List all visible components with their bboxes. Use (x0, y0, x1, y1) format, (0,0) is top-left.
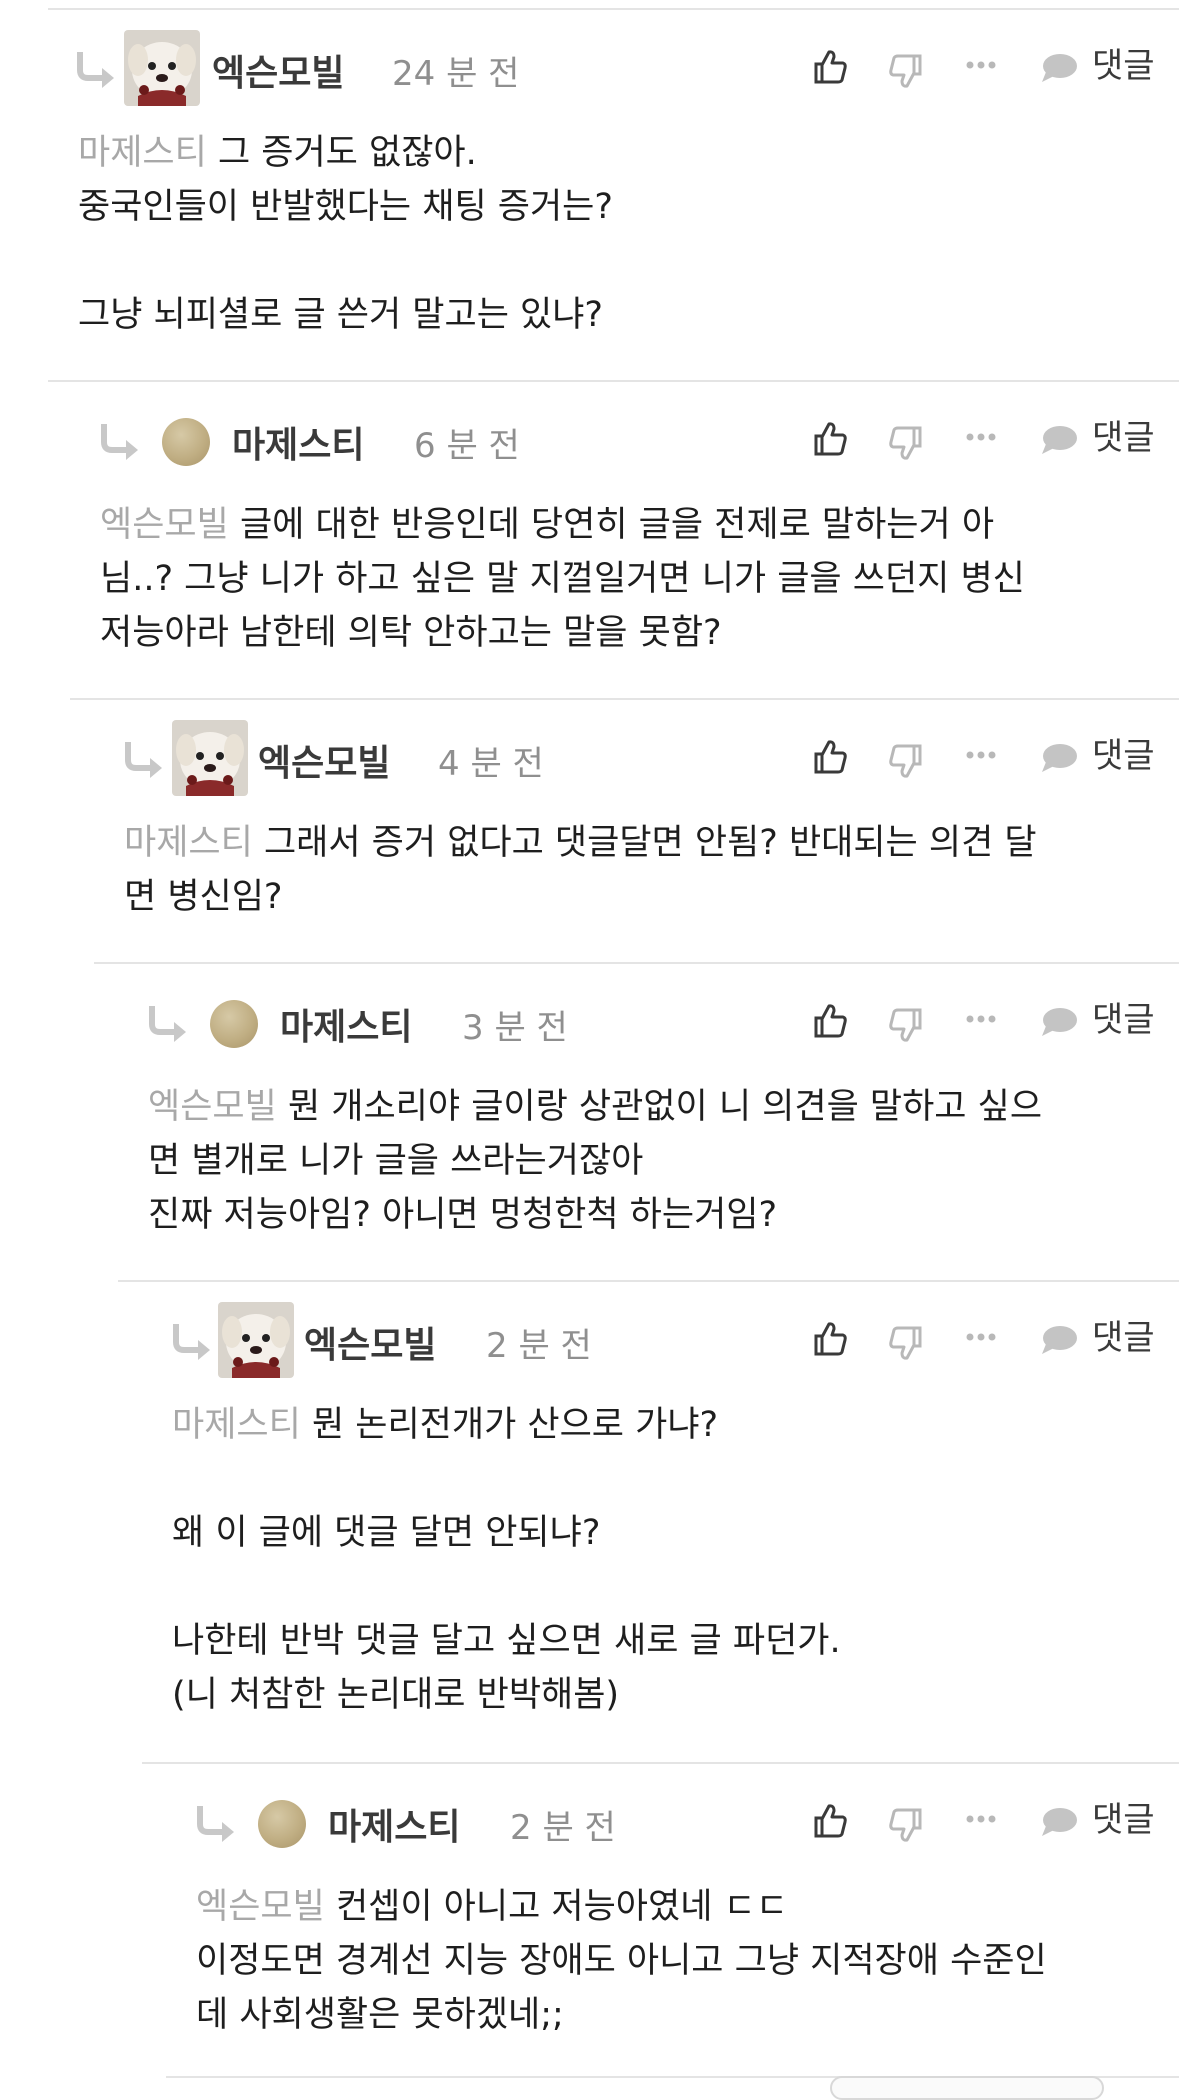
comment-text: 뭔 개소리야 글이랑 상관없이 니 의견을 말하고 싶으 면 별개로 니가 글을… (148, 1087, 1043, 1235)
dog-avatar-icon (218, 1302, 294, 1378)
avatar[interactable] (218, 1302, 294, 1378)
comment-author[interactable]: 엑슨모빌 (258, 734, 390, 786)
divider (48, 8, 1179, 10)
mention[interactable]: 마제스티 (78, 133, 207, 173)
speech-bubble-icon (1042, 744, 1077, 772)
comment-author[interactable]: 엑슨모빌 (212, 44, 344, 96)
speech-bubble-icon (1042, 1326, 1077, 1354)
more-dots-icon[interactable] (966, 432, 996, 442)
reply-button-label: 댓글 (1092, 46, 1155, 86)
reply-button-label: 댓글 (1092, 418, 1155, 458)
thumbs-down-icon[interactable] (888, 1324, 924, 1362)
thumbs-up-icon[interactable] (812, 738, 848, 776)
reply-arrow-icon (149, 1006, 186, 1042)
more-dots-icon[interactable] (966, 60, 996, 70)
comment-time: 3 분 전 (462, 1008, 568, 1048)
comment-body: 마제스티 그래서 증거 없다고 댓글달면 안됨? 반대되는 의견 달 면 병신임… (124, 816, 1160, 924)
thumbs-up-icon[interactable] (812, 48, 848, 86)
comment-time: 24 분 전 (392, 54, 520, 94)
more-dots-icon[interactable] (966, 1332, 996, 1342)
reply-arrow-icon (125, 742, 162, 778)
divider (48, 380, 1179, 382)
reply-arrow-icon (197, 1806, 234, 1842)
speech-bubble-icon (1042, 1808, 1077, 1836)
comment-time: 2 분 전 (510, 1808, 616, 1848)
more-dots-icon[interactable] (966, 750, 996, 760)
thumbs-down-icon[interactable] (888, 1806, 924, 1844)
thumbs-up-icon[interactable] (812, 1802, 848, 1840)
speech-bubble-icon (1042, 426, 1077, 454)
more-dots-icon[interactable] (966, 1814, 996, 1824)
mention[interactable]: 마제스티 (124, 823, 253, 863)
comment-header: 마제스티 3 분 전 댓글 (0, 984, 1179, 1064)
comment-body: 마제스티 뭔 논리전개가 산으로 가냐? 왜 이 글에 댓글 달면 안되냐? 나… (172, 1398, 1160, 1722)
comment-header: 마제스티 6 분 전 댓글 (0, 402, 1179, 482)
reply-button-label: 댓글 (1092, 1800, 1155, 1840)
comment-author[interactable]: 엑슨모빌 (304, 1316, 436, 1368)
comment-header: 엑슨모빌 2 분 전 댓글 (0, 1302, 1179, 1382)
reply-arrow-icon (173, 1324, 210, 1360)
dog-avatar-icon (124, 30, 200, 106)
thumbs-down-icon[interactable] (888, 424, 924, 462)
avatar[interactable] (172, 720, 248, 796)
comment-time: 4 분 전 (438, 744, 544, 784)
reply-button[interactable]: 댓글 (1040, 1310, 1160, 1360)
avatar[interactable] (124, 30, 200, 106)
dog-avatar-icon (172, 720, 248, 796)
reply-button[interactable]: 댓글 (1040, 992, 1160, 1042)
avatar[interactable] (258, 1800, 306, 1848)
avatar[interactable] (162, 418, 210, 466)
thumbs-down-icon[interactable] (888, 742, 924, 780)
speech-bubble-icon (1042, 54, 1077, 82)
divider (70, 698, 1179, 700)
divider (142, 1762, 1179, 1764)
thumbs-down-icon[interactable] (888, 52, 924, 90)
comment-body: 엑슨모빌 글에 대한 반응인데 당연히 글을 전제로 말하는거 아 님..? 그… (100, 498, 1160, 660)
thumbs-up-icon[interactable] (812, 420, 848, 458)
reply-arrow-icon (101, 424, 138, 460)
comment-author[interactable]: 마제스티 (328, 1798, 460, 1850)
comment-body: 엑슨모빌 컨셉이 아니고 저능아였네 ㄷㄷ 이정도면 경계선 지능 장애도 아니… (196, 1880, 1160, 2042)
reply-button-label: 댓글 (1092, 736, 1155, 776)
thumbs-up-icon[interactable] (812, 1002, 848, 1040)
comment-time: 6 분 전 (414, 426, 520, 466)
mention[interactable]: 엑슨모빌 (148, 1087, 277, 1127)
reply-button[interactable]: 댓글 (1040, 728, 1160, 778)
comment-author[interactable]: 마제스티 (280, 998, 412, 1050)
comment-author[interactable]: 마제스티 (232, 416, 364, 468)
avatar[interactable] (210, 1000, 258, 1048)
comment-body: 엑슨모빌 뭔 개소리야 글이랑 상관없이 니 의견을 말하고 싶으 면 별개로 … (148, 1080, 1160, 1242)
thumbs-down-icon[interactable] (888, 1006, 924, 1044)
reply-button[interactable]: 댓글 (1040, 1792, 1160, 1842)
comment-time: 2 분 전 (486, 1326, 592, 1366)
mention[interactable]: 엑슨모빌 (100, 505, 229, 545)
comment-header: 엑슨모빌 24 분 전 댓글 (0, 30, 1179, 110)
divider (94, 962, 1179, 964)
comment-header: 엑슨모빌 4 분 전 댓글 (0, 720, 1179, 800)
comment-thread: 엑슨모빌 24 분 전 댓글 마제스티 그 증거도 없잖아. 중국인들이 반발했… (0, 0, 1179, 2100)
mention[interactable]: 마제스티 (172, 1405, 301, 1445)
reply-button[interactable]: 댓글 (1040, 410, 1160, 460)
more-dots-icon[interactable] (966, 1014, 996, 1024)
reply-button-label: 댓글 (1092, 1000, 1155, 1040)
reply-button-label: 댓글 (1092, 1318, 1155, 1358)
speech-bubble-icon (1042, 1008, 1077, 1036)
reply-button[interactable]: 댓글 (1040, 38, 1160, 88)
comment-text: 뭔 논리전개가 산으로 가냐? 왜 이 글에 댓글 달면 안되냐? 나한테 반박… (172, 1405, 841, 1715)
thumbs-up-icon[interactable] (812, 1320, 848, 1358)
comment-text: 그래서 증거 없다고 댓글달면 안됨? 반대되는 의견 달 면 병신임? (124, 823, 1037, 917)
comment-header: 마제스티 2 분 전 댓글 (0, 1784, 1179, 1864)
mention[interactable]: 엑슨모빌 (196, 1887, 325, 1927)
reply-arrow-icon (77, 52, 114, 88)
divider (118, 1280, 1179, 1282)
load-more-button[interactable] (830, 2076, 1104, 2100)
comment-text: 글에 대한 반응인데 당연히 글을 전제로 말하는거 아 님..? 그냥 니가 … (100, 505, 1025, 653)
comment-body: 마제스티 그 증거도 없잖아. 중국인들이 반발했다는 채팅 증거는? 그냥 뇌… (78, 126, 1158, 342)
